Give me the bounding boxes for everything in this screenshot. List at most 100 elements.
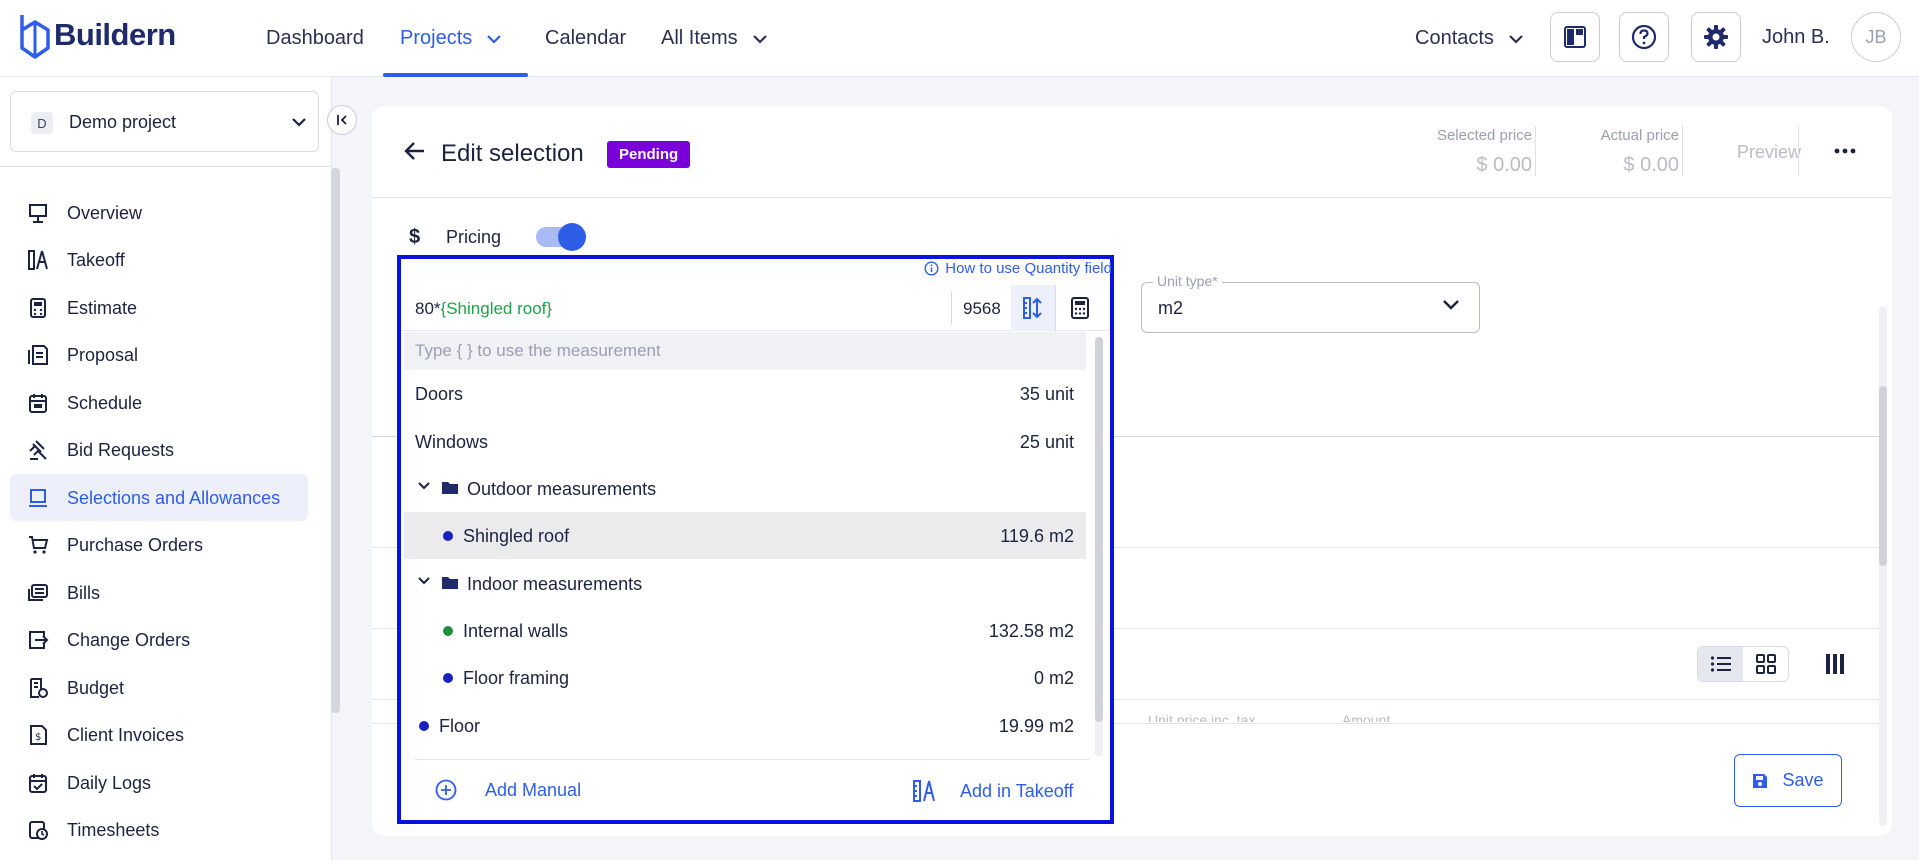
- info-icon: [924, 261, 939, 276]
- scrollbar-thumb[interactable]: [1879, 386, 1887, 566]
- chevron-down-icon: [752, 34, 767, 44]
- divider: [1535, 126, 1536, 176]
- scrollbar-thumb[interactable]: [1095, 337, 1103, 722]
- measurement-folder-indoor[interactable]: Indoor measurements: [404, 560, 1086, 607]
- nav-calendar[interactable]: Calendar: [545, 0, 626, 77]
- measurement-value: 35 unit: [1019, 384, 1074, 404]
- sidebar-item-label: Estimate: [67, 298, 138, 318]
- save-label: Save: [1782, 770, 1824, 790]
- quantity-result: 9568: [951, 291, 1011, 325]
- folder-name: Outdoor measurements: [467, 479, 657, 499]
- sidebar-item-change-orders[interactable]: Change Orders: [10, 616, 308, 663]
- dropdown-scrollbar[interactable]: [1095, 337, 1103, 757]
- sidebar-item-label: Change Orders: [67, 630, 191, 650]
- panel-scrollbar[interactable]: [1879, 306, 1887, 826]
- grid-view-button[interactable]: [1743, 647, 1788, 681]
- pricing-label: Pricing: [446, 227, 502, 247]
- quantity-field[interactable]: 80*{Shingled roof} 9568: [401, 285, 1110, 331]
- sidebar-item-label: Proposal: [67, 345, 139, 365]
- sidebar-scrollbar[interactable]: [331, 168, 340, 713]
- unit-type-select[interactable]: Unit type* m2: [1141, 273, 1480, 333]
- avatar-initials: JB: [1865, 26, 1887, 47]
- how-to-use-quantity-link[interactable]: How to use Quantity field: [924, 260, 1112, 277]
- sidebar-item-client-invoices[interactable]: $ Client Invoices: [10, 711, 308, 758]
- unit-type-label: Unit type*: [1153, 273, 1222, 289]
- gavel-icon: [29, 440, 47, 460]
- selected-price-value: $ 0.00: [1476, 154, 1532, 176]
- calculator-button[interactable]: [1055, 285, 1103, 331]
- sidebar-item-selections[interactable]: Selections and Allowances: [10, 474, 308, 521]
- measurement-item-internal-walls[interactable]: Internal walls 132.58 m2: [404, 607, 1086, 654]
- calendar-icon: [29, 394, 47, 413]
- toggle-knob: [558, 223, 586, 251]
- sidebar-item-budget[interactable]: Budget: [10, 664, 308, 711]
- layout-button[interactable]: [1550, 12, 1600, 62]
- list-icon: [1710, 656, 1731, 672]
- measurement-toggle-button[interactable]: [1011, 285, 1055, 331]
- sidebar-item-daily-logs[interactable]: Daily Logs: [10, 759, 308, 806]
- unit-type-value: m2: [1158, 298, 1184, 318]
- settings-button[interactable]: [1691, 12, 1741, 62]
- nav-projects[interactable]: Projects: [400, 0, 502, 77]
- measurement-item-floor[interactable]: Floor 19.99 m2: [404, 702, 1086, 749]
- daily-log-icon: [29, 774, 47, 793]
- folder-name: Indoor measurements: [467, 574, 643, 594]
- sidebar-item-proposal[interactable]: Proposal: [10, 331, 308, 378]
- folder-icon: [442, 577, 458, 589]
- pricing-toggle[interactable]: [536, 223, 586, 251]
- sidebar-item-bid-requests[interactable]: Bid Requests: [10, 426, 308, 473]
- measurement-value: 25 unit: [1019, 432, 1074, 452]
- sidebar-item-estimate[interactable]: Estimate: [10, 284, 308, 331]
- add-manual-button[interactable]: Add Manual: [435, 779, 581, 801]
- dropdown-footer-divider: [415, 759, 1090, 760]
- sidebar-item-timesheets[interactable]: Timesheets: [10, 806, 308, 853]
- measurement-value: 132.58 m2: [988, 621, 1074, 641]
- measurement-name: Doors: [415, 384, 464, 404]
- project-name: Demo project: [69, 112, 177, 132]
- measurement-item-floor-framing[interactable]: Floor framing 0 m2: [404, 654, 1086, 701]
- help-button[interactable]: [1619, 12, 1669, 62]
- collapse-sidebar-button[interactable]: [327, 105, 357, 135]
- project-selector[interactable]: D Demo project: [10, 91, 319, 152]
- sidebar-item-label: Takeoff: [67, 250, 125, 270]
- nav-all-items[interactable]: All Items: [661, 0, 768, 77]
- measurement-value: 119.6 m2: [1000, 526, 1074, 546]
- status-badge: Pending: [607, 141, 691, 168]
- columns-button[interactable]: [1825, 653, 1845, 675]
- buildern-logo-icon: [20, 15, 50, 59]
- actual-price-value: $ 0.00: [1623, 154, 1679, 176]
- sidebar-item-bills[interactable]: Bills: [10, 569, 308, 616]
- nav-contacts[interactable]: Contacts: [1415, 0, 1524, 77]
- active-nav-indicator: [383, 73, 528, 77]
- measurement-item-windows[interactable]: Windows 25 unit: [404, 418, 1086, 465]
- more-options-button[interactable]: [1833, 139, 1857, 163]
- measurement-folder-outdoor[interactable]: Outdoor measurements: [404, 465, 1086, 512]
- measurement-name: Floor: [439, 716, 481, 736]
- add-in-takeoff-button[interactable]: Add in Takeoff: [912, 779, 1073, 803]
- sidebar-item-overview[interactable]: Overview: [10, 189, 308, 236]
- save-button[interactable]: Save: [1734, 754, 1842, 807]
- user-name[interactable]: John B.: [1762, 26, 1830, 49]
- measurement-item-shingled-roof[interactable]: Shingled roof 119.6 m2: [404, 512, 1086, 559]
- collapse-left-icon: [337, 115, 347, 125]
- sidebar-item-takeoff[interactable]: Takeoff: [10, 236, 308, 283]
- timesheet-icon: [29, 821, 48, 840]
- sidebar-item-schedule[interactable]: Schedule: [10, 379, 308, 426]
- overview-icon: [29, 204, 47, 223]
- buildern-logo[interactable]: Buildern: [18, 10, 176, 60]
- measurement-item-doors[interactable]: Doors 35 unit: [404, 370, 1086, 417]
- nav-dashboard[interactable]: Dashboard: [266, 0, 364, 77]
- measurement-color-dot: [443, 626, 453, 636]
- bills-icon: [28, 584, 48, 601]
- user-avatar[interactable]: JB: [1851, 12, 1901, 62]
- svg-text:$: $: [35, 732, 41, 743]
- invoice-icon: $: [30, 725, 47, 745]
- list-view-button[interactable]: [1698, 647, 1743, 681]
- nav-calendar-label: Calendar: [545, 27, 627, 49]
- preview-button[interactable]: Preview: [1737, 142, 1801, 163]
- chevron-down-icon: [1509, 34, 1523, 44]
- nav-projects-label: Projects: [400, 27, 473, 49]
- sidebar-item-purchase-orders[interactable]: Purchase Orders: [10, 521, 308, 568]
- column-amount: Amount: [1342, 712, 1391, 722]
- back-button[interactable]: [403, 139, 427, 163]
